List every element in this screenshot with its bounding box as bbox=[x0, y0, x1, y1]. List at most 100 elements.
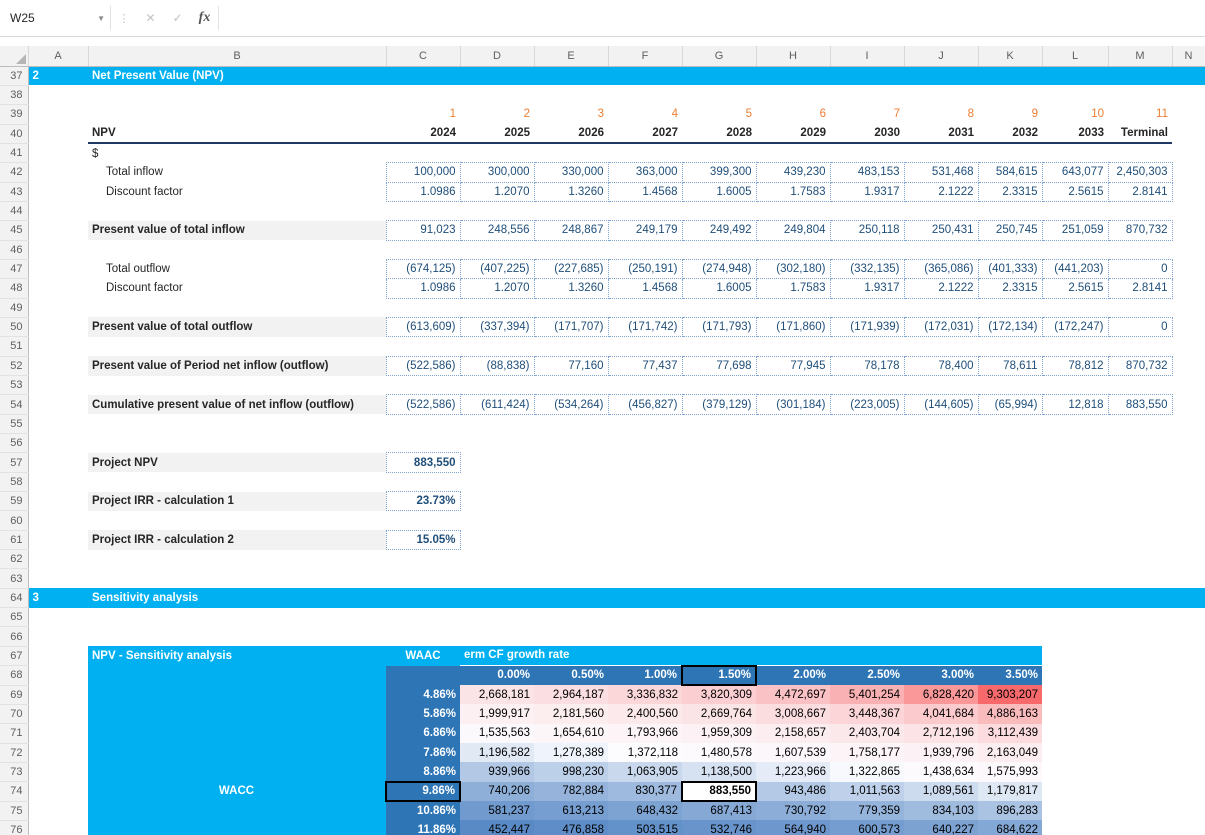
value-cumulative-present-value-of-net-inflow-outflow-d54[interactable]: (611,424) bbox=[460, 395, 534, 414]
row-header-67[interactable]: 67 bbox=[0, 646, 28, 665]
sensitivity-row-axis-label[interactable]: WACC bbox=[88, 782, 386, 801]
section-title-npv[interactable]: Net Present Value (NPV) bbox=[88, 66, 1205, 85]
sensitivity-value-7-86-0-00[interactable]: 1,196,582 bbox=[460, 743, 534, 762]
column-header-g[interactable]: G bbox=[682, 46, 756, 66]
growth-rate-header-3-50[interactable]: 3.50% bbox=[978, 666, 1042, 685]
label-project-npv[interactable]: Project NPV bbox=[88, 453, 386, 472]
value-present-value-of-total-outflow-m50[interactable]: 0 bbox=[1108, 317, 1172, 336]
cells-71-rest[interactable] bbox=[1042, 724, 1205, 743]
row-header-60[interactable]: 60 bbox=[0, 511, 28, 530]
value-present-value-of-total-inflow-g45[interactable]: 249,492 bbox=[682, 221, 756, 240]
value-total-outflow-d47[interactable]: (407,225) bbox=[460, 259, 534, 278]
value-present-value-of-total-outflow-i50[interactable]: (171,939) bbox=[830, 317, 904, 336]
row-header-49[interactable]: 49 bbox=[0, 298, 28, 317]
value-present-value-of-total-outflow-l50[interactable]: (172,247) bbox=[1042, 317, 1108, 336]
row-header-69[interactable]: 69 bbox=[0, 685, 28, 704]
label-total-inflow[interactable]: Total inflow bbox=[88, 163, 386, 182]
year-header-2030[interactable]: 2030 bbox=[830, 124, 904, 143]
cell-b71[interactable] bbox=[88, 724, 386, 743]
cells-74-rest[interactable] bbox=[1042, 782, 1205, 801]
cells-67-rest[interactable] bbox=[1042, 646, 1205, 665]
sensitivity-column-axis-label[interactable]: erm CF growth rate bbox=[460, 646, 1042, 665]
column-header-c[interactable]: C bbox=[386, 46, 460, 66]
cell-a71[interactable] bbox=[28, 724, 88, 743]
cell-b75[interactable] bbox=[88, 801, 386, 820]
sensitivity-value-11-86-3-00[interactable]: 640,227 bbox=[904, 820, 978, 835]
period-number-7[interactable]: 7 bbox=[830, 105, 904, 124]
year-header-2032[interactable]: 2032 bbox=[978, 124, 1042, 143]
cells-60[interactable] bbox=[28, 511, 1205, 530]
wacc-rate-9-86[interactable]: 9.86% bbox=[386, 782, 460, 801]
sensitivity-table-title[interactable]: NPV - Sensitivity analysis bbox=[88, 646, 386, 665]
sensitivity-value-6-86-1-00[interactable]: 1,793,966 bbox=[608, 724, 682, 743]
sensitivity-value-5-86-1-50[interactable]: 2,669,764 bbox=[682, 704, 756, 723]
row-header-68[interactable]: 68 bbox=[0, 666, 28, 685]
sensitivity-value-9-86-3-50[interactable]: 1,179,817 bbox=[978, 782, 1042, 801]
cells-62[interactable] bbox=[28, 550, 1205, 569]
column-header-a[interactable]: A bbox=[28, 46, 88, 66]
row-header-44[interactable]: 44 bbox=[0, 201, 28, 220]
cell-a40[interactable] bbox=[28, 124, 88, 143]
row-header-65[interactable]: 65 bbox=[0, 608, 28, 627]
value-present-value-of-total-outflow-e50[interactable]: (171,707) bbox=[534, 317, 608, 336]
label-discount-factor[interactable]: Discount factor bbox=[88, 182, 386, 201]
row-header-61[interactable]: 61 bbox=[0, 530, 28, 549]
value-project-irr-calculation-1[interactable]: 23.73% bbox=[386, 492, 460, 511]
value-project-npv[interactable]: 883,550 bbox=[386, 453, 460, 472]
cells-61-rest[interactable] bbox=[460, 530, 1205, 549]
cells-56[interactable] bbox=[28, 434, 1205, 453]
currency-label[interactable]: $ bbox=[88, 143, 386, 162]
cell-b72[interactable] bbox=[88, 743, 386, 762]
sensitivity-value-9-86-0-50[interactable]: 782,884 bbox=[534, 782, 608, 801]
wacc-rate-4-86[interactable]: 4.86% bbox=[386, 685, 460, 704]
value-present-value-of-total-inflow-j45[interactable]: 250,431 bbox=[904, 221, 978, 240]
row-header-41[interactable]: 41 bbox=[0, 143, 28, 162]
section-title-sensitivity[interactable]: Sensitivity analysis bbox=[88, 588, 1205, 607]
column-header-b[interactable]: B bbox=[88, 46, 386, 66]
formula-input[interactable] bbox=[219, 0, 1205, 36]
value-present-value-of-total-inflow-f45[interactable]: 249,179 bbox=[608, 221, 682, 240]
year-header-2026[interactable]: 2026 bbox=[534, 124, 608, 143]
value-present-value-of-total-inflow-e45[interactable]: 248,867 bbox=[534, 221, 608, 240]
row-header-43[interactable]: 43 bbox=[0, 182, 28, 201]
value-total-outflow-i47[interactable]: (332,135) bbox=[830, 259, 904, 278]
value-total-inflow-f42[interactable]: 363,000 bbox=[608, 163, 682, 182]
value-cumulative-present-value-of-net-inflow-outflow-c54[interactable]: (522,586) bbox=[386, 395, 460, 414]
label-total-outflow[interactable]: Total outflow bbox=[88, 259, 386, 278]
value-discount-factor-j43[interactable]: 2.1222 bbox=[904, 182, 978, 201]
cells-46[interactable] bbox=[28, 240, 1205, 259]
year-header-terminal[interactable]: Terminal bbox=[1108, 124, 1172, 143]
value-discount-factor-f48[interactable]: 1.4568 bbox=[608, 279, 682, 298]
cell-a74[interactable] bbox=[28, 782, 88, 801]
cells-44[interactable] bbox=[28, 201, 1205, 220]
sensitivity-value-11-86-0-50[interactable]: 476,858 bbox=[534, 820, 608, 835]
value-total-inflow-e42[interactable]: 330,000 bbox=[534, 163, 608, 182]
cell-a48[interactable] bbox=[28, 279, 88, 298]
cell-a47[interactable] bbox=[28, 259, 88, 278]
value-present-value-of-total-outflow-g50[interactable]: (171,793) bbox=[682, 317, 756, 336]
value-present-value-of-period-net-inflow-outflow-d52[interactable]: (88,838) bbox=[460, 356, 534, 375]
sensitivity-value-9-86-3-00[interactable]: 1,089,561 bbox=[904, 782, 978, 801]
sensitivity-value-11-86-1-00[interactable]: 503,515 bbox=[608, 820, 682, 835]
cells-38[interactable] bbox=[28, 85, 1205, 104]
sensitivity-value-11-86-2-00[interactable]: 564,940 bbox=[756, 820, 830, 835]
sensitivity-value-4-86-1-00[interactable]: 3,336,832 bbox=[608, 685, 682, 704]
growth-rate-header-1-50[interactable]: 1.50% bbox=[682, 666, 756, 685]
value-cumulative-present-value-of-net-inflow-outflow-g54[interactable]: (379,129) bbox=[682, 395, 756, 414]
wacc-rate-6-86[interactable]: 6.86% bbox=[386, 724, 460, 743]
growth-rate-header-3-00[interactable]: 3.00% bbox=[904, 666, 978, 685]
sensitivity-value-8-86-3-50[interactable]: 1,575,993 bbox=[978, 762, 1042, 781]
sensitivity-value-10-86-0-00[interactable]: 581,237 bbox=[460, 801, 534, 820]
value-cumulative-present-value-of-net-inflow-outflow-k54[interactable]: (65,994) bbox=[978, 395, 1042, 414]
label-project-irr-calculation-2[interactable]: Project IRR - calculation 2 bbox=[88, 530, 386, 549]
value-discount-factor-m43[interactable]: 2.8141 bbox=[1108, 182, 1172, 201]
year-header-2027[interactable]: 2027 bbox=[608, 124, 682, 143]
sensitivity-value-7-86-1-00[interactable]: 1,372,118 bbox=[608, 743, 682, 762]
cells-73-rest[interactable] bbox=[1042, 762, 1205, 781]
value-discount-factor-j48[interactable]: 2.1222 bbox=[904, 279, 978, 298]
section-number-npv[interactable]: 2 bbox=[28, 66, 88, 85]
cells-76-rest[interactable] bbox=[1042, 820, 1205, 835]
period-number-6[interactable]: 6 bbox=[756, 105, 830, 124]
value-present-value-of-period-net-inflow-outflow-l52[interactable]: 78,812 bbox=[1042, 356, 1108, 375]
row-header-76[interactable]: 76 bbox=[0, 820, 28, 835]
